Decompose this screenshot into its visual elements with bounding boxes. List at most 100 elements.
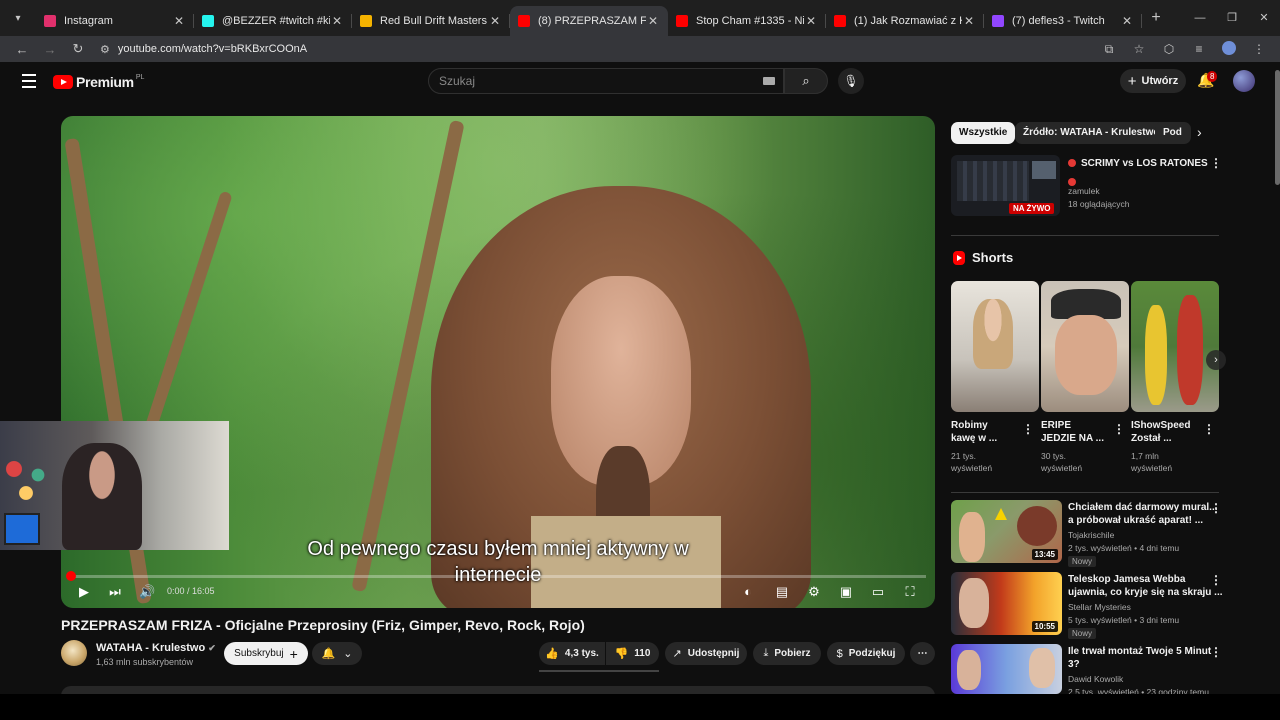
minimize-icon[interactable]: — [1184,0,1216,36]
dislike-count: 110 [634,648,651,659]
youtube-premium-logo[interactable]: Premium PL [53,74,144,90]
bell-icon: 🔔 [321,648,336,660]
tab-favicon-icon [992,15,1004,27]
more-options-icon[interactable]: ⋮ [1210,501,1222,515]
video-thumbnail[interactable] [951,644,1062,694]
close-tab-icon[interactable]: ✕ [488,14,502,28]
more-options-icon[interactable]: ⋮ [1203,422,1215,436]
close-tab-icon[interactable]: ✕ [804,14,818,28]
short-thumbnail[interactable] [1041,281,1129,412]
more-actions-button[interactable]: ⋯ [910,642,935,665]
short-thumbnail[interactable] [1131,281,1219,412]
fullscreen-icon[interactable]: ⛶ [901,582,919,604]
search-button[interactable]: ⌕ [784,68,828,94]
browser-menu-icon[interactable]: ⋮ [1244,42,1274,56]
volume-icon[interactable]: 🔊 [139,582,155,604]
subtitles-icon[interactable]: ▤ [773,582,791,604]
browser-tab[interactable]: (1) Jak Rozmawiać z Każdym (n✕ [826,6,984,36]
close-tab-icon[interactable]: ✕ [646,14,660,28]
video-channel[interactable]: Tojakrischile [1068,529,1114,541]
menu-icon[interactable] [22,74,36,92]
forward-icon[interactable]: → [38,42,62,57]
tab-search-dropdown-icon[interactable]: ▾ [0,0,36,36]
chip-related[interactable]: Pod [1155,122,1191,144]
new-tab-icon[interactable]: + [1142,9,1170,27]
next-video-icon[interactable]: ⏭ [107,582,123,604]
keyboard-icon[interactable] [763,77,775,85]
channel-subscribers: 1,63 mln subskrybentów [96,657,194,667]
channel-name[interactable]: WATAHA - Krulestwo ✔ [96,642,216,654]
download-button[interactable]: ⤓ Pobierz [753,642,821,665]
toolbar-right: ⧉ ☆ ⬡ ≡ ⋮ [1094,36,1274,62]
restore-icon[interactable]: ❐ [1216,0,1248,36]
video-title[interactable]: Chciałem dać darmowy mural... a próbował … [1068,501,1218,527]
live-thumbnail-screen [957,161,1029,201]
browser-tab[interactable]: (8) PRZEPRASZAM FRIZA - Ofic✕ [510,6,668,36]
chip-all[interactable]: Wszystkie [951,122,1016,144]
short-views: 21 tys. wyświetleń [951,451,993,473]
close-tab-icon[interactable]: ✕ [962,14,976,28]
autoplay-toggle-icon[interactable]: ◐ [736,582,760,604]
video-thumbnail[interactable]: 10:55 [951,572,1062,635]
miniplayer-icon[interactable]: ▣ [837,582,855,604]
share-button[interactable]: ↗ Udostępnij [665,642,747,665]
thanks-button[interactable]: $ Podziękuj [827,642,905,665]
close-tab-icon[interactable]: ✕ [172,14,186,28]
window-controls: — ❐ ✕ [1184,0,1280,36]
live-channel[interactable]: zamulek [1068,185,1100,197]
progress-bar[interactable] [69,575,926,578]
site-info-icon[interactable]: ⚙ [100,43,110,56]
subscribe-button[interactable]: Subskrybuj + [224,642,308,665]
browser-tab[interactable]: Stop Cham #1335 - Niebezpiec✕ [668,6,826,36]
chevron-right-icon[interactable]: › [1197,124,1202,140]
more-options-icon[interactable]: ⋮ [1210,573,1222,587]
browser-tab[interactable]: @BEZZER #twitch #kick #mami✕ [194,6,352,36]
close-window-icon[interactable]: ✕ [1248,0,1280,36]
video-title[interactable]: Teleskop Jamesa Webba ujawnia, co kryje s… [1068,573,1223,599]
play-icon[interactable]: ▶ [76,582,92,604]
search-input[interactable]: Szukaj [428,68,784,94]
profile-icon[interactable] [1214,40,1244,58]
video-channel[interactable]: Stellar Mysteries [1068,601,1131,613]
install-app-icon[interactable]: ⧉ [1094,42,1124,57]
channel-avatar[interactable] [61,640,87,666]
account-avatar[interactable] [1233,70,1255,92]
new-badge: Nowy [1068,556,1097,567]
page-scrollbar[interactable] [1275,70,1280,185]
create-button[interactable]: + Utwórz [1120,69,1186,93]
close-tab-icon[interactable]: ✕ [1120,14,1134,28]
video-channel[interactable]: Dawid Kowolik [1068,673,1123,685]
reload-icon[interactable]: ↻ [66,41,90,57]
like-button[interactable]: 👍 4,3 tys. [539,642,605,665]
more-options-icon[interactable]: ⋮ [1210,645,1222,659]
extensions-icon[interactable]: ⬡ [1154,42,1184,56]
short-thumbnail[interactable] [951,281,1039,412]
back-icon[interactable]: ← [10,42,34,57]
browser-tab[interactable]: (7) defles3 - Twitch ✕ [984,6,1142,36]
progress-scrubber[interactable] [66,571,76,581]
channel-name-text: WATAHA - Krulestwo [96,642,206,654]
more-options-icon[interactable]: ⋮ [1113,422,1125,436]
dislike-button[interactable]: 👎 110 [606,642,659,665]
live-title[interactable]: SCRIMY vs LOS RATONES [1068,157,1208,170]
more-options-icon[interactable]: ⋮ [1210,156,1222,170]
shorts-next-icon[interactable]: › [1206,350,1226,370]
more-options-icon[interactable]: ⋮ [1022,422,1034,436]
divider [951,492,1219,493]
video-title[interactable]: Ile trwał montaż Twoje 5 Minut 3? [1068,645,1211,671]
short-title[interactable]: IShowSpeed Został ... [1131,419,1190,445]
voice-search-icon[interactable]: 🎙 [838,68,864,94]
notification-settings-button[interactable]: 🔔 ⌄ [312,642,362,665]
browser-tab[interactable]: Red Bull Drift Masters - Wleć n✕ [352,6,510,36]
short-title[interactable]: Robimy kawę w ... [951,419,997,445]
settings-gear-icon[interactable]: ⚙ [805,582,823,604]
address-bar[interactable]: ⚙ youtube.com/watch?v=bRKBxrCOOnA [100,43,307,56]
video-thumbnail[interactable]: 13:45 [951,500,1062,563]
chip-source[interactable]: Źródło: WATAHA - Krulestwo [1015,122,1168,144]
short-title[interactable]: ERIPE JEDZIE NA ... [1041,419,1104,445]
theater-mode-icon[interactable]: ▭ [869,582,887,604]
media-control-icon[interactable]: ≡ [1184,42,1214,56]
browser-tab[interactable]: Instagram ✕ [36,6,194,36]
bookmark-star-icon[interactable]: ☆ [1124,42,1154,56]
close-tab-icon[interactable]: ✕ [330,14,344,28]
